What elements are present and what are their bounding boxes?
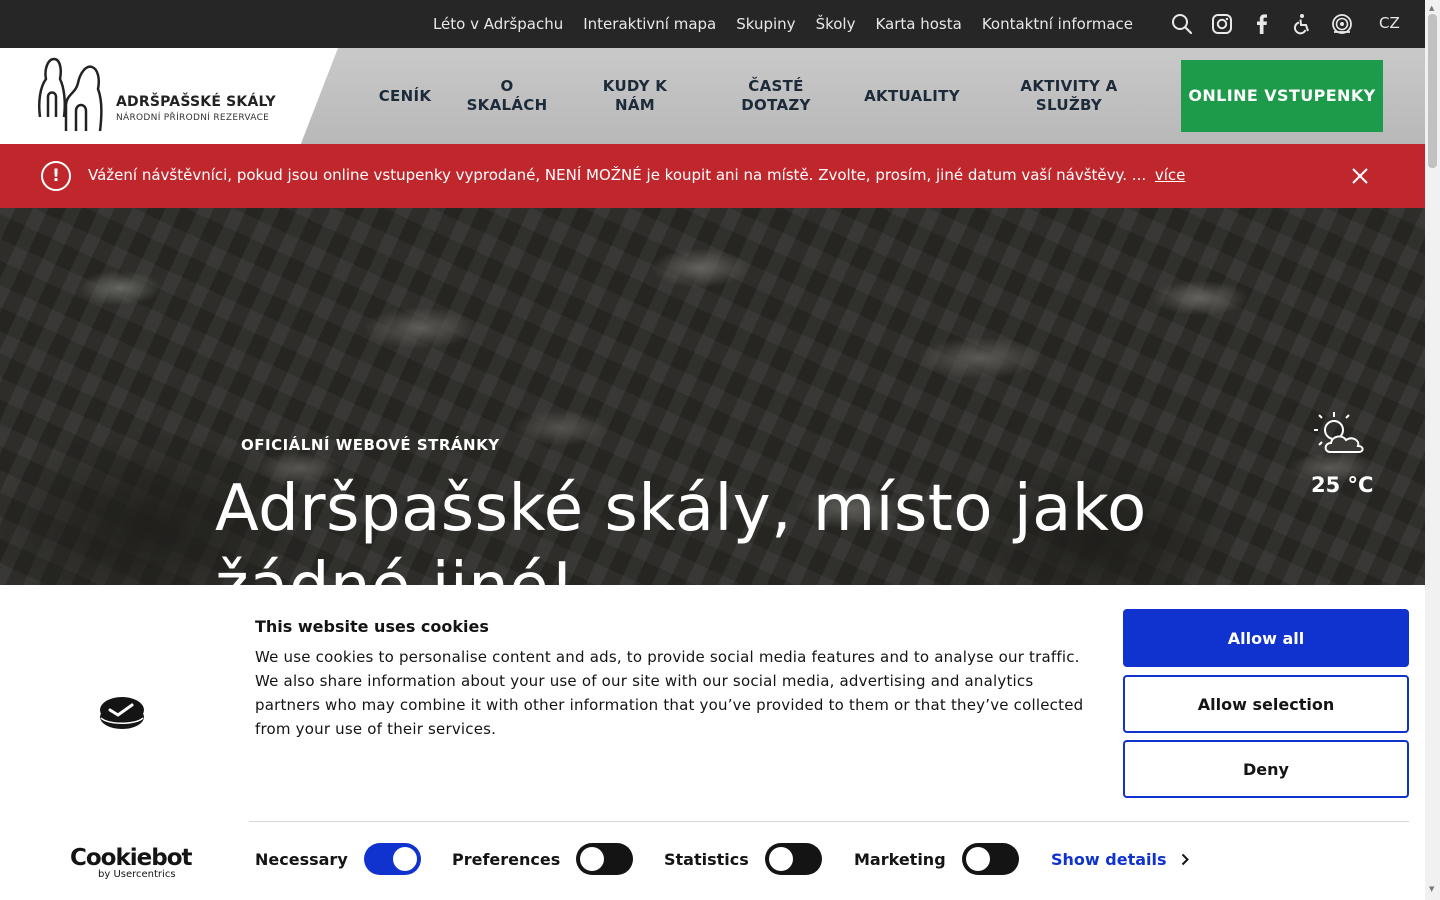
nav-directions[interactable]: KUDY K NÁM (590, 48, 680, 144)
hero: OFICIÁLNÍ WEBOVÉ STRÁNKY Adršpašské skál… (0, 208, 1425, 585)
toggle-marketing: Marketing (854, 843, 1019, 875)
toplink-interactive-map[interactable]: Interaktivní mapa (583, 15, 716, 33)
partly-cloudy-icon (1314, 412, 1364, 453)
show-details-label: Show details (1051, 850, 1167, 869)
switch-knob (965, 847, 990, 871)
toplink-contact[interactable]: Kontaktní informace (982, 15, 1133, 33)
toggle-label: Preferences (452, 849, 561, 869)
instagram-icon[interactable] (1210, 12, 1234, 36)
preferences-switch[interactable] (576, 843, 634, 875)
toggle-label: Necessary (255, 849, 348, 869)
hero-title: Adršpašské skály, místo jako žádné jiné! (215, 472, 1147, 585)
weather-temperature: 25 °C (1311, 473, 1374, 497)
rocks-logo-icon (38, 57, 103, 132)
toggle-label: Statistics (664, 849, 749, 869)
alert-icon: ! (41, 161, 71, 191)
toggle-necessary: Necessary (255, 843, 421, 875)
toggle-statistics: Statistics (664, 843, 822, 875)
scroll-up-arrow-icon[interactable]: ▲ (1429, 4, 1434, 12)
switch-knob (580, 847, 605, 871)
logo-title: ADRŠPAŠSKÉ SKÁLY (116, 94, 276, 110)
accessibility-icon[interactable] (1290, 12, 1314, 36)
search-icon[interactable] (1170, 12, 1194, 36)
hero-kicker: OFICIÁLNÍ WEBOVÉ STRÁNKY (241, 436, 500, 454)
top-links: Léto v Adršpachu Interaktivní mapa Skupi… (433, 0, 1133, 48)
logo[interactable]: ADRŠPAŠSKÉ SKÁLY NÁRODNÍ PŘÍRODNÍ REZERV… (0, 48, 338, 144)
nav-faq[interactable]: ČASTÉ DOTAZY (731, 48, 821, 144)
toggle-preferences: Preferences (452, 843, 634, 875)
nav-activities[interactable]: AKTIVITY A SLUŽBY (1004, 48, 1134, 144)
toplink-summer[interactable]: Léto v Adršpachu (433, 15, 563, 33)
nav-news[interactable]: AKTUALITY (856, 48, 968, 144)
alert-text: Vážení návštěvníci, pokud jsou online vs… (88, 166, 1147, 184)
top-utility-bar: Léto v Adršpachu Interaktivní mapa Skupi… (0, 0, 1425, 48)
marketing-switch[interactable] (961, 843, 1019, 875)
cookie-stack-icon (100, 697, 144, 729)
cookie-title: This website uses cookies (255, 617, 489, 636)
cookie-banner: This website uses cookies We use cookies… (0, 585, 1425, 900)
logo-subtitle: NÁRODNÍ PŘÍRODNÍ REZERVACE (116, 113, 270, 123)
alert-more-link[interactable]: více (1155, 166, 1186, 184)
switch-knob (392, 847, 417, 871)
cookie-divider (249, 821, 1409, 822)
toplink-groups[interactable]: Skupiny (736, 15, 795, 33)
allow-selection-button[interactable]: Allow selection (1123, 675, 1409, 733)
cookiebot-wordmark: Cookiebot (70, 845, 193, 871)
toggle-label: Marketing (854, 849, 946, 869)
close-icon[interactable] (1350, 166, 1370, 186)
page-scrollbar[interactable]: ▲ ▼ (1425, 0, 1440, 900)
nav-about-rocks[interactable]: O SKALÁCH (462, 48, 552, 144)
audio-guide-icon[interactable] (1330, 12, 1354, 36)
alert-message: Vážení návštěvníci, pokud jsou online vs… (88, 166, 1185, 184)
switch-knob (768, 847, 793, 871)
top-icons (1170, 0, 1354, 48)
toplink-schools[interactable]: Školy (816, 15, 856, 33)
cookiebot-logo[interactable]: Cookiebot by Usercentrics (70, 845, 193, 880)
cookie-description: We use cookies to personalise content an… (255, 648, 1084, 738)
show-details-link[interactable]: Show details (1051, 850, 1189, 869)
chevron-right-icon (1181, 853, 1189, 866)
language-switcher[interactable]: CZ (1379, 14, 1400, 32)
scrollbar-thumb[interactable] (1428, 14, 1437, 168)
necessary-switch[interactable] (363, 843, 421, 875)
deny-button[interactable]: Deny (1123, 740, 1409, 798)
statistics-switch[interactable] (764, 843, 822, 875)
facebook-icon[interactable] (1250, 12, 1274, 36)
toplink-guest-card[interactable]: Karta hosta (875, 15, 961, 33)
alert-banner: ! Vážení návštěvníci, pokud jsou online … (0, 144, 1425, 208)
scroll-down-arrow-icon[interactable]: ▼ (1429, 885, 1434, 893)
nav-pricing[interactable]: CENÍK (366, 48, 444, 144)
online-tickets-button[interactable]: ONLINE VSTUPENKY (1181, 60, 1383, 132)
allow-all-button[interactable]: Allow all (1123, 609, 1409, 667)
main-header: ADRŠPAŠSKÉ SKÁLY NÁRODNÍ PŘÍRODNÍ REZERV… (0, 48, 1425, 144)
